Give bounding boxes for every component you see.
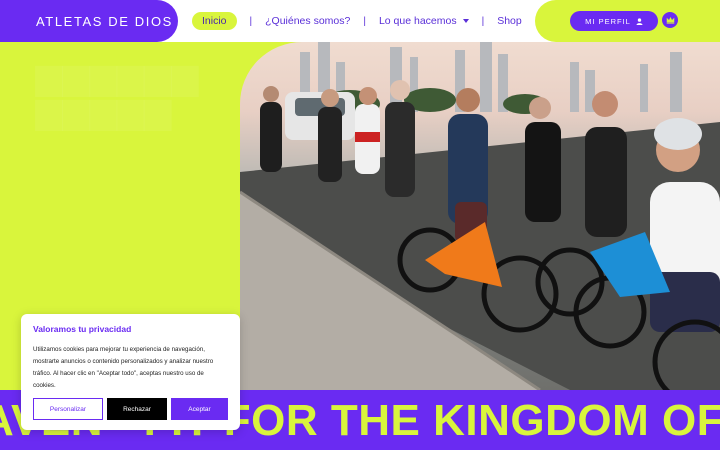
cookie-actions: Personalizar Rechazar Aceptar [33,398,228,420]
cookie-consent-dialog: Valoramos tu privacidad Utilizamos cooki… [21,314,240,430]
crown-button[interactable] [662,12,678,28]
cookie-title: Valoramos tu privacidad [33,324,132,334]
nav-item-quienes-somos[interactable]: ¿Quiénes somos? [265,15,350,27]
top-navigation-bar: ATLETAS DE DIOS Inicio | ¿Quiénes somos?… [0,0,720,42]
customize-button[interactable]: Personalizar [33,398,103,420]
brand-container: ATLETAS DE DIOS [0,0,178,42]
accept-button[interactable]: Aceptar [171,398,228,420]
hero-image [240,42,720,390]
crown-icon [666,17,674,24]
nav-item-lo-que-hacemos[interactable]: Lo que hacemos [379,15,469,27]
nav-divider: | [363,15,366,27]
profile-container: MI PERFIL [535,0,720,42]
main-nav: Inicio | ¿Quiénes somos? | Lo que hacemo… [192,0,522,42]
nav-item-lo-que-hacemos-label: Lo que hacemos [378,15,457,27]
my-profile-button[interactable]: MI PERFIL [570,11,658,31]
my-profile-label: MI PERFIL [585,16,631,26]
nav-divider: | [481,15,485,27]
user-icon [636,17,643,25]
nav-divider: | [249,15,253,27]
hero-ghost-heading: ▆▆▆▆▆▆ ▆▆▆▆▆ [36,58,199,130]
nav-item-shop[interactable]: Shop [497,15,522,27]
cookie-body: Utilizamos cookies para mejorar tu exper… [33,346,214,389]
brand-logo[interactable]: ATLETAS DE DIOS [36,14,173,29]
chevron-down-icon [462,19,469,24]
reject-button[interactable]: Rechazar [107,398,167,420]
nav-item-inicio[interactable]: Inicio [192,12,237,30]
